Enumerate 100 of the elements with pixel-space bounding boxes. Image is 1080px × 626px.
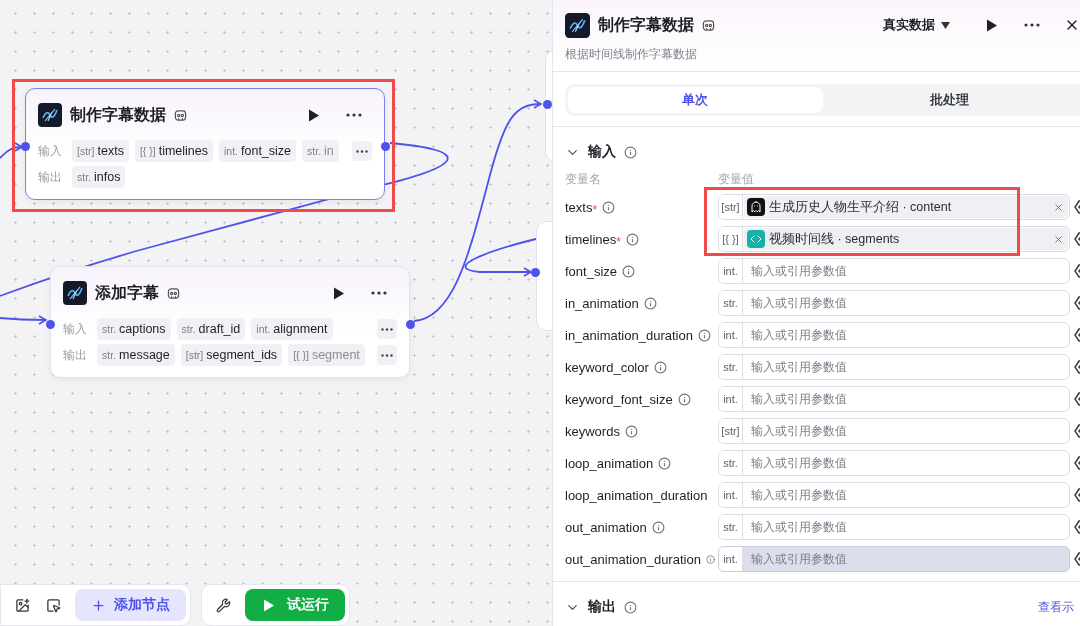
info-icon xyxy=(705,554,715,564)
text-input[interactable]: 输入或引用参数值 xyxy=(743,291,1069,315)
param-name: loop_animation_duration xyxy=(565,487,708,503)
info-icon xyxy=(643,296,657,310)
outputs-label: 输出 xyxy=(63,346,88,364)
section-title: 输入 xyxy=(588,143,616,161)
reference-text: 视频时间线 · segments xyxy=(769,230,900,248)
type-label: int. xyxy=(719,259,743,283)
more-icon xyxy=(356,149,368,153)
output-port[interactable] xyxy=(405,320,415,329)
type-label: [str] xyxy=(719,419,743,443)
param-field[interactable]: [{ }] 视频时间线 · segments xyxy=(718,226,1070,252)
clear-icon[interactable] xyxy=(1053,233,1064,245)
type-label: str. xyxy=(719,515,743,539)
port-tag: [{ }] timelines xyxy=(134,140,213,162)
port-tag: [{ }] segment xyxy=(288,344,365,366)
play-icon[interactable] xyxy=(333,286,345,300)
param-field[interactable]: [str] 输入或引用参数值 xyxy=(718,418,1070,444)
info-icon xyxy=(622,264,636,278)
port-tag: str. infos xyxy=(72,166,126,188)
more-ports-button[interactable] xyxy=(377,319,397,339)
param-name: out_animation_duration xyxy=(565,551,701,567)
text-input[interactable]: 输入或引用参数值 xyxy=(743,451,1069,475)
node-card[interactable]: 添加字幕 输入 str. captions str. draft_id int. alignment 输出 str. message [str] segment_ids [{ }] segment xyxy=(50,266,410,378)
add-node-button[interactable]: 添加节点 xyxy=(75,589,186,621)
info-icon xyxy=(651,520,665,534)
port-tag: str. message xyxy=(97,344,175,366)
port-tag: str. draft_id xyxy=(176,318,246,340)
info-icon xyxy=(653,360,667,374)
param-field[interactable]: str. 输入或引用参数值 xyxy=(718,354,1070,380)
type-label: [str] xyxy=(719,195,743,219)
info-icon xyxy=(625,232,639,246)
inputs-label: 输入 xyxy=(63,320,88,338)
connector-line xyxy=(0,315,47,325)
required-mark: * xyxy=(592,203,598,217)
mask-icon xyxy=(167,286,180,300)
input-port[interactable] xyxy=(20,142,30,151)
text-input[interactable]: 输入或引用参数值 xyxy=(743,547,1069,571)
param-field[interactable]: int. 输入或引用参数值 xyxy=(718,482,1070,508)
param-name: font_size xyxy=(565,263,618,279)
section-title: 输出 xyxy=(588,598,616,616)
node-logo-icon xyxy=(565,12,590,38)
param-field[interactable]: str. 输入或引用参数值 xyxy=(718,290,1070,316)
text-input[interactable]: 输入或引用参数值 xyxy=(743,515,1069,539)
param-field[interactable]: str. 输入或引用参数值 xyxy=(718,450,1070,476)
more-icon[interactable] xyxy=(346,113,362,117)
clear-icon[interactable] xyxy=(1053,201,1064,213)
text-input[interactable]: 输入或引用参数值 xyxy=(743,419,1069,443)
node-title: 添加字幕 xyxy=(95,282,159,303)
output-port[interactable] xyxy=(380,142,390,151)
input-port[interactable] xyxy=(531,268,540,277)
view-example-link[interactable]: 查看示 xyxy=(1038,598,1074,616)
param-field[interactable]: int. 输入或引用参数值 xyxy=(718,322,1070,348)
port-tag: [str] segment_ids xyxy=(180,344,283,366)
inputs-label: 输入 xyxy=(38,142,63,160)
type-label: int. xyxy=(719,483,743,507)
more-icon xyxy=(381,327,393,331)
port-tag: str. captions xyxy=(97,318,171,340)
param-field[interactable]: int. 输入或引用参数值 xyxy=(718,258,1070,284)
param-field[interactable]: int. 输入或引用参数值 xyxy=(718,546,1070,572)
more-icon xyxy=(381,353,393,357)
play-icon[interactable] xyxy=(308,108,320,122)
port-tag: str. in xyxy=(302,140,339,162)
info-icon xyxy=(624,145,637,159)
panel-subtitle: 根据时间线制作字幕数据 xyxy=(564,46,698,63)
node-card[interactable]: 制作字幕数据 输入 [str] texts [{ }] timelines int. font_size str. in 输出 str. infos xyxy=(25,88,385,200)
param-field[interactable]: int. 输入或引用参数值 xyxy=(718,386,1070,412)
more-icon[interactable] xyxy=(1024,23,1040,27)
outputs-label: 输出 xyxy=(38,168,63,186)
param-field[interactable]: [str] 生成历史人物生平介绍 · content xyxy=(718,194,1070,220)
panel-title: 制作字幕数据 xyxy=(598,14,694,35)
param-name: keyword_color xyxy=(565,359,649,375)
param-name: loop_animation xyxy=(565,455,654,471)
type-label: int. xyxy=(719,323,743,347)
more-ports-button[interactable] xyxy=(377,345,397,365)
data-mode-dropdown[interactable]: 真实数据 xyxy=(877,15,956,35)
mode-tab[interactable]: 单次 xyxy=(568,87,823,113)
reference-text: 生成历史人物生平介绍 · content xyxy=(769,198,952,216)
type-label: int. xyxy=(719,547,743,571)
node-logo-icon xyxy=(38,103,62,127)
text-input[interactable]: 输入或引用参数值 xyxy=(743,259,1069,283)
param-field[interactable]: str. 输入或引用参数值 xyxy=(718,514,1070,540)
text-input[interactable]: 输入或引用参数值 xyxy=(743,387,1069,411)
ghost-icon xyxy=(747,198,765,216)
text-input[interactable]: 输入或引用参数值 xyxy=(743,323,1069,347)
text-input[interactable]: 输入或引用参数值 xyxy=(743,483,1069,507)
more-icon[interactable] xyxy=(371,291,387,295)
port-tag: int. font_size xyxy=(219,140,297,162)
column-header: 变量名 xyxy=(565,170,602,188)
info-icon xyxy=(624,600,637,614)
input-port[interactable] xyxy=(45,320,55,329)
param-name: in_animation xyxy=(565,295,639,311)
text-input[interactable]: 输入或引用参数值 xyxy=(743,355,1069,379)
node-title: 制作字幕数据 xyxy=(70,104,166,125)
type-label: str. xyxy=(719,355,743,379)
input-port[interactable] xyxy=(543,100,552,109)
mode-tab[interactable]: 批处理 xyxy=(822,87,1077,113)
node-logo-icon xyxy=(63,281,87,305)
more-ports-button[interactable] xyxy=(352,141,372,161)
play-icon[interactable] xyxy=(986,18,998,32)
